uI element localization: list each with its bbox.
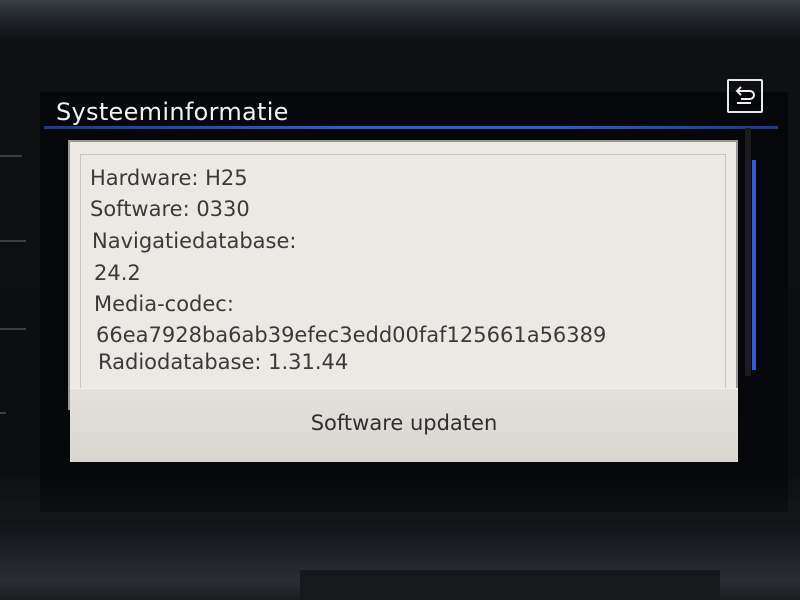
software-update-label: Software updaten [310,411,498,435]
hardware-line: Hardware: H25 [90,166,248,190]
title-underline [44,126,778,129]
radio-database-line: Radiodatabase: 1.31.44 [98,350,349,374]
media-codec-value: 66ea7928ba6ab39efec3edd00faf125661a56389 [96,323,607,347]
media-codec-label: Media-codec: [94,292,234,316]
page-title: Systeeminformatie [56,98,289,126]
back-arrow-icon [735,86,755,104]
software-update-button[interactable]: Software updaten [70,388,738,462]
screen-reflection [0,470,800,520]
scrollbar-thumb[interactable] [752,160,756,370]
climate-controls-strip [300,570,720,600]
navigation-database-value: 24.2 [94,261,141,285]
back-button[interactable] [727,79,763,113]
system-info-panel: Hardware: H25 Software: 0330 Navigatieda… [68,140,738,410]
navigation-database-label: Navigatiedatabase: [92,229,297,253]
software-line: Software: 0330 [90,197,250,221]
scrollbar-track[interactable] [745,128,751,376]
